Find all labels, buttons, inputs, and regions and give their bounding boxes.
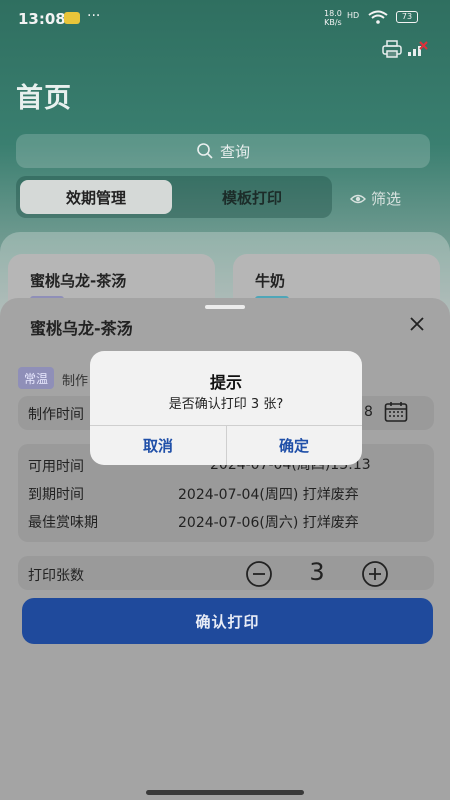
- net-speed-value: 18.0: [324, 9, 342, 18]
- net-speed: 18.0 KB/s: [324, 9, 342, 27]
- status-bar: 13:08 ··· 18.0 KB/s HD 73: [0, 0, 450, 36]
- print-count-label: 打印张数: [28, 568, 84, 584]
- calendar-icon[interactable]: [384, 401, 408, 423]
- search-bar[interactable]: 查询: [16, 134, 430, 168]
- best-taste-value: 2024-07-06(周六) 打烊废弃: [178, 515, 359, 531]
- dialog-title: 提示: [209, 373, 242, 392]
- hd-icon: HD: [347, 11, 360, 20]
- sheet-drag-handle[interactable]: [205, 305, 245, 309]
- make-time-label: 制作时间: [28, 407, 84, 423]
- home-indicator[interactable]: [146, 790, 304, 795]
- filter-button[interactable]: 筛选: [350, 188, 401, 209]
- temp-tag: 常温: [18, 367, 54, 389]
- minus-icon[interactable]: [245, 560, 273, 588]
- net-speed-unit: KB/s: [324, 18, 342, 27]
- sheet-title: 蜜桃乌龙-茶汤: [30, 319, 133, 338]
- page-title: 首页: [16, 83, 72, 114]
- expire-time-label: 到期时间: [28, 487, 84, 503]
- product-name: 蜜桃乌龙-茶汤: [30, 272, 127, 290]
- printer-disconnected-icon: [408, 41, 428, 56]
- confirm-print-button[interactable]: 确认打印: [22, 598, 433, 644]
- close-icon[interactable]: [406, 313, 428, 335]
- notification-icon: [64, 12, 80, 24]
- more-status-icon: ···: [87, 8, 101, 24]
- search-icon: [197, 143, 213, 159]
- confirm-dialog: 提示 是否确认打印 3 张? 取消 确定: [90, 351, 362, 465]
- tab-template-print[interactable]: 模板打印: [176, 180, 328, 214]
- tab-bar: 效期管理 模板打印: [16, 176, 332, 218]
- print-count-value[interactable]: 3: [300, 558, 334, 586]
- battery-icon: 73: [396, 11, 418, 23]
- status-time: 13:08: [18, 10, 66, 28]
- dialog-confirm-button[interactable]: 确定: [226, 426, 362, 465]
- expire-time-value: 2024-07-04(周四) 打烊废弃: [178, 487, 359, 503]
- eye-icon: [350, 194, 366, 203]
- filter-label: 筛选: [371, 190, 402, 208]
- make-time-value: 8: [364, 404, 373, 420]
- search-label: 查询: [219, 142, 250, 161]
- best-taste-label: 最佳赏味期: [28, 515, 98, 531]
- made-label: 制作: [62, 374, 89, 389]
- tab-expiry-management[interactable]: 效期管理: [20, 180, 172, 214]
- printer-icon[interactable]: [382, 40, 402, 58]
- dialog-message: 是否确认打印 3 张?: [168, 397, 284, 412]
- dialog-cancel-button[interactable]: 取消: [90, 426, 226, 465]
- available-time-label: 可用时间: [28, 459, 84, 475]
- product-name: 牛奶: [255, 272, 286, 290]
- plus-icon[interactable]: [361, 560, 389, 588]
- wifi-icon: [368, 10, 388, 24]
